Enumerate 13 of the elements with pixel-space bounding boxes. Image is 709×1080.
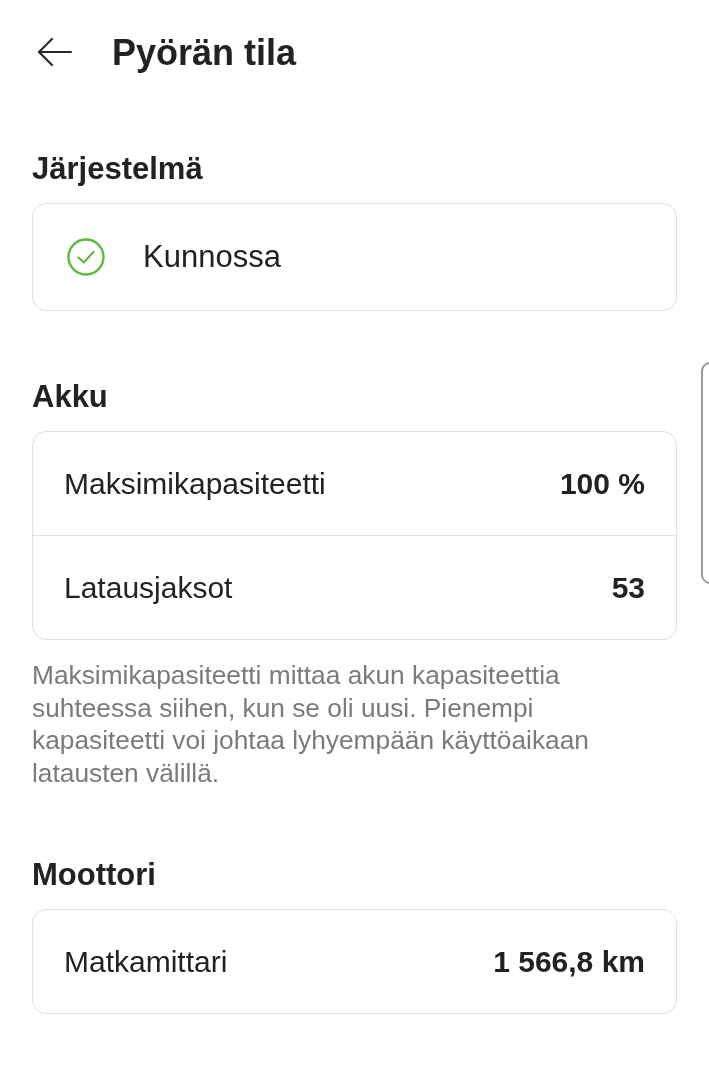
info-note: Maksimikapasiteetti mittaa akun kapasiteettia suhteessa siihen, kun se oli uusi. Pienempi kapasiteetti voi johtaa lyhyempään käyttöaikaan latausten välillä. — [32, 659, 590, 789]
row-label: Maksimikapasiteetti — [64, 465, 326, 502]
section-heading: Järjestelmä — [32, 150, 203, 188]
status-label: Kunnossa — [143, 238, 281, 276]
row-value: 53 — [611, 569, 645, 606]
section-heading: Moottori — [32, 856, 156, 894]
page-title: Pyörän tila — [112, 30, 297, 74]
row-value: 100 % — [559, 465, 645, 502]
row-label: Latausjaksot — [64, 569, 233, 606]
row-value: 1 566,8 km — [493, 943, 645, 980]
row-label: Matkamittari — [64, 943, 228, 980]
section-heading: Akku — [32, 378, 108, 416]
check-circle-icon — [67, 238, 105, 276]
